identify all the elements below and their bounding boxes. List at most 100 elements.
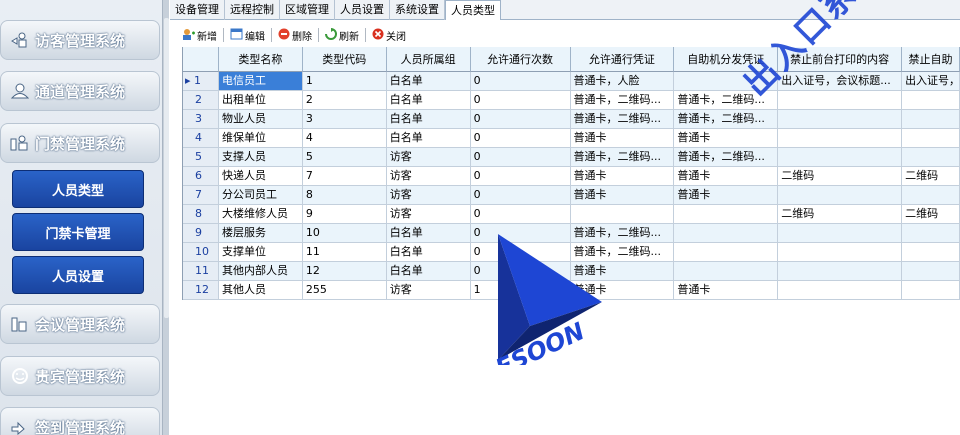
table-cell[interactable] bbox=[902, 243, 960, 262]
table-cell[interactable]: 其他人员 bbox=[218, 281, 303, 300]
table-cell[interactable]: 普通卡，二维码... bbox=[570, 110, 675, 129]
table-cell[interactable]: 白名单 bbox=[386, 129, 471, 148]
table-cell[interactable] bbox=[674, 224, 779, 243]
table-cell[interactable]: 普通卡 bbox=[674, 167, 779, 186]
table-cell[interactable]: 维保单位 bbox=[218, 129, 303, 148]
table-cell[interactable]: 9 bbox=[302, 205, 387, 224]
table-cell[interactable]: 访客 bbox=[386, 167, 471, 186]
row-index[interactable]: 11 bbox=[183, 262, 219, 281]
grid-header-cell[interactable]: 类型代码 bbox=[302, 47, 387, 72]
sidebar-item-door-system[interactable]: 门禁管理系统 bbox=[0, 123, 160, 163]
tab-device-management[interactable]: 设备管理 bbox=[170, 0, 225, 20]
table-cell[interactable]: 3 bbox=[302, 110, 387, 129]
sidebar-item-checkin-system[interactable]: 签到管理系统 bbox=[0, 407, 160, 435]
tab-system-settings[interactable]: 系统设置 bbox=[390, 0, 445, 20]
table-cell[interactable]: 普通卡，人脸 bbox=[570, 72, 675, 91]
table-row[interactable]: ▸ 1 电信员工 1 白名单 0 普通卡，人脸 出入证号，会议标题... 出入证号， bbox=[183, 72, 960, 91]
table-cell[interactable]: 白名单 bbox=[386, 72, 471, 91]
table-cell[interactable]: 二维码 bbox=[902, 167, 960, 186]
table-cell[interactable] bbox=[902, 186, 960, 205]
table-cell[interactable]: 8 bbox=[302, 186, 387, 205]
table-cell[interactable] bbox=[902, 148, 960, 167]
table-cell[interactable] bbox=[778, 262, 903, 281]
table-row[interactable]: 2 出租单位 2 白名单 0 普通卡，二维码... 普通卡，二维码... bbox=[183, 91, 960, 110]
table-cell[interactable] bbox=[778, 110, 903, 129]
row-index[interactable]: 12 bbox=[183, 281, 219, 300]
table-row[interactable]: 6 快递人员 7 访客 0 普通卡 普通卡 二维码 二维码 bbox=[183, 167, 960, 186]
sidebar-sub-door-card[interactable]: 门禁卡管理 bbox=[12, 213, 144, 251]
row-index[interactable]: ▸ 1 bbox=[183, 72, 219, 91]
table-cell[interactable]: 0 bbox=[470, 72, 571, 91]
table-cell[interactable] bbox=[778, 243, 903, 262]
table-cell[interactable] bbox=[902, 262, 960, 281]
refresh-button[interactable]: 刷新 bbox=[321, 27, 363, 43]
row-index[interactable]: 5 bbox=[183, 148, 219, 167]
row-index[interactable]: 7 bbox=[183, 186, 219, 205]
table-cell[interactable] bbox=[902, 91, 960, 110]
table-cell[interactable]: 普通卡 bbox=[570, 167, 675, 186]
table-cell[interactable] bbox=[778, 129, 903, 148]
tab-remote-control[interactable]: 远程控制 bbox=[225, 0, 280, 20]
grid-header-cell[interactable]: 允许通行次数 bbox=[470, 47, 571, 72]
table-cell[interactable]: 白名单 bbox=[386, 262, 471, 281]
table-cell[interactable]: 二维码 bbox=[778, 167, 903, 186]
grid-header-cell[interactable]: 允许通行凭证 bbox=[570, 47, 675, 72]
table-cell[interactable] bbox=[674, 262, 779, 281]
table-row[interactable]: 5 支撑人员 5 访客 0 普通卡，二维码... 普通卡，二维码... bbox=[183, 148, 960, 167]
table-cell[interactable]: 0 bbox=[470, 110, 571, 129]
table-cell[interactable]: 楼层服务 bbox=[218, 224, 303, 243]
table-cell[interactable]: 12 bbox=[302, 262, 387, 281]
table-cell[interactable] bbox=[674, 243, 779, 262]
row-index[interactable]: 2 bbox=[183, 91, 219, 110]
table-cell[interactable]: 快递人员 bbox=[218, 167, 303, 186]
row-index[interactable]: 10 bbox=[183, 243, 219, 262]
sidebar-sub-person-type[interactable]: 人员类型 bbox=[12, 170, 144, 208]
table-cell[interactable]: 普通卡，二维码... bbox=[674, 148, 779, 167]
sidebar-item-channel-system[interactable]: 通道管理系统 bbox=[0, 71, 160, 111]
table-cell[interactable]: 普通卡，二维码... bbox=[570, 148, 675, 167]
sidebar-item-vip-system[interactable]: 贵宾管理系统 bbox=[0, 356, 160, 396]
table-cell[interactable] bbox=[902, 224, 960, 243]
table-cell[interactable]: 2 bbox=[302, 91, 387, 110]
table-cell[interactable]: 物业人员 bbox=[218, 110, 303, 129]
tab-area-management[interactable]: 区域管理 bbox=[280, 0, 335, 20]
grid-header-cell[interactable]: 人员所属组 bbox=[386, 47, 471, 72]
tab-person-settings[interactable]: 人员设置 bbox=[335, 0, 390, 20]
table-cell[interactable] bbox=[902, 129, 960, 148]
sidebar-item-meeting-system[interactable]: 会议管理系统 bbox=[0, 304, 160, 344]
row-index[interactable]: 8 bbox=[183, 205, 219, 224]
sidebar-sub-person-settings[interactable]: 人员设置 bbox=[12, 256, 144, 294]
table-cell[interactable]: 其他内部人员 bbox=[218, 262, 303, 281]
table-cell[interactable]: 二维码 bbox=[902, 205, 960, 224]
grid-header-cell[interactable]: 禁止自助 bbox=[902, 47, 960, 72]
table-cell[interactable]: 访客 bbox=[386, 186, 471, 205]
table-cell[interactable]: 255 bbox=[302, 281, 387, 300]
edit-button[interactable]: 编辑 bbox=[226, 28, 269, 43]
table-row[interactable]: 8 大楼维修人员 9 访客 0 二维码 二维码 bbox=[183, 205, 960, 224]
table-cell[interactable] bbox=[674, 205, 779, 224]
table-cell[interactable]: 7 bbox=[302, 167, 387, 186]
table-cell[interactable]: 普通卡 bbox=[570, 186, 675, 205]
table-cell[interactable]: 白名单 bbox=[386, 243, 471, 262]
grid-header-cell[interactable]: 类型名称 bbox=[218, 47, 303, 72]
table-row[interactable]: 3 物业人员 3 白名单 0 普通卡，二维码... 普通卡，二维码... bbox=[183, 110, 960, 129]
table-cell[interactable]: 普通卡 bbox=[570, 129, 675, 148]
table-cell[interactable] bbox=[902, 110, 960, 129]
table-cell[interactable]: 0 bbox=[470, 167, 571, 186]
table-cell[interactable]: 访客 bbox=[386, 281, 471, 300]
close-button[interactable]: 关闭 bbox=[368, 28, 410, 43]
table-cell[interactable]: 普通卡，二维码... bbox=[570, 91, 675, 110]
table-cell[interactable]: 0 bbox=[470, 148, 571, 167]
table-cell[interactable]: 白名单 bbox=[386, 91, 471, 110]
table-cell[interactable]: 分公司员工 bbox=[218, 186, 303, 205]
table-row[interactable]: 7 分公司员工 8 访客 0 普通卡 普通卡 bbox=[183, 186, 960, 205]
row-index[interactable]: 9 bbox=[183, 224, 219, 243]
tab-person-type[interactable]: 人员类型 bbox=[445, 0, 501, 20]
table-cell[interactable]: 1 bbox=[302, 72, 387, 91]
row-index[interactable]: 3 bbox=[183, 110, 219, 129]
table-cell[interactable]: 普通卡 bbox=[674, 281, 779, 300]
delete-button[interactable]: 删除 bbox=[274, 28, 316, 43]
new-button[interactable]: 新增 bbox=[178, 28, 221, 43]
sidebar-item-visitor-system[interactable]: 访客管理系统 bbox=[0, 20, 160, 60]
table-cell[interactable]: 普通卡 bbox=[674, 186, 779, 205]
